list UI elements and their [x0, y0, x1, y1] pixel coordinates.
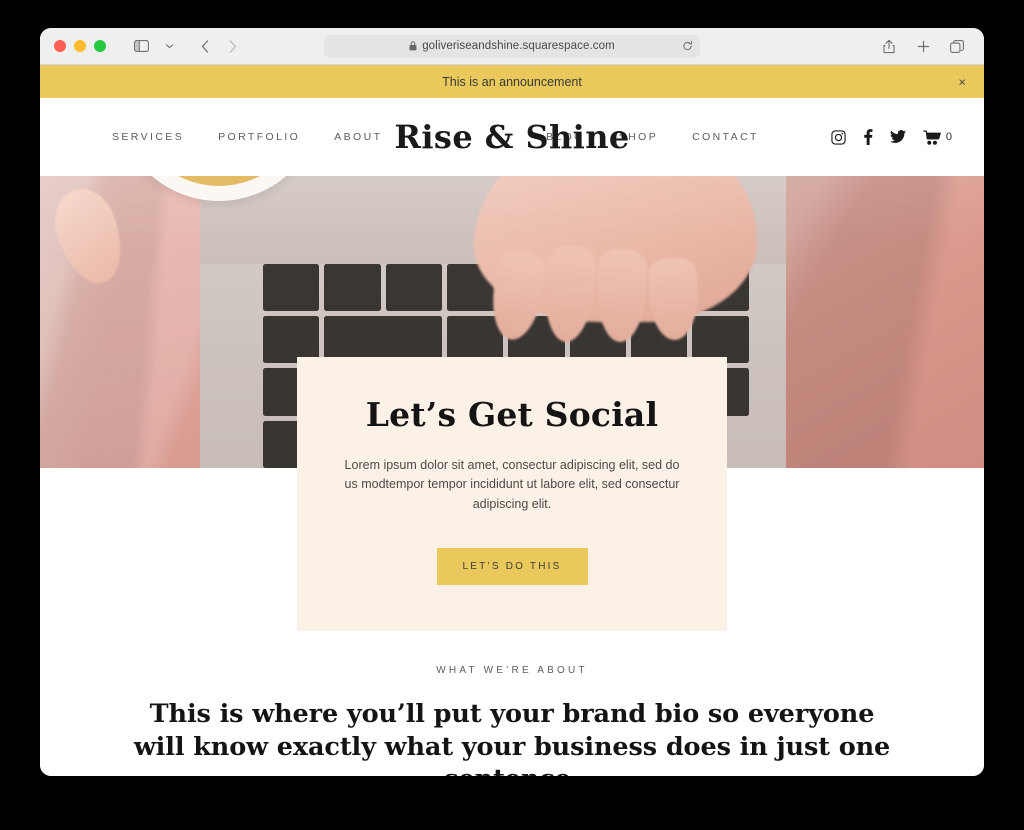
url-text: goliveriseandshine.squarespace.com: [422, 40, 615, 52]
hero-fabric-right: [785, 176, 984, 468]
shopping-cart-icon: [923, 130, 942, 145]
window-controls: [54, 40, 106, 52]
promo-title: Let’s Get Social: [365, 395, 659, 434]
address-bar-container: goliveriseandshine.squarespace.com: [324, 34, 700, 58]
site-logo[interactable]: Rise & Shine: [394, 118, 629, 156]
back-button[interactable]: [192, 34, 218, 58]
tab-overview-icon[interactable]: [944, 34, 970, 58]
browser-window: goliveriseandshine.squarespace.com This …: [40, 28, 984, 776]
about-headline: This is where you’ll put your brand bio …: [133, 699, 891, 776]
instagram-icon[interactable]: [831, 129, 846, 145]
sidebar-toggle-icon[interactable]: [128, 34, 154, 58]
chevron-down-icon[interactable]: [156, 34, 182, 58]
announcement-close-icon[interactable]: ×: [958, 75, 966, 88]
minimize-window-button[interactable]: [74, 40, 86, 52]
cta-button[interactable]: LET’S DO THIS: [436, 548, 588, 586]
announcement-text: This is an announcement: [442, 74, 582, 89]
twitter-icon[interactable]: [889, 130, 906, 144]
lock-icon: [409, 41, 417, 51]
social-links: 0: [831, 129, 952, 145]
reload-icon[interactable]: [682, 40, 693, 52]
zoom-window-button[interactable]: [94, 40, 106, 52]
forward-button[interactable]: [220, 34, 246, 58]
promo-body: Lorem ipsum dolor sit amet, consectur ad…: [344, 458, 680, 511]
address-bar[interactable]: goliveriseandshine.squarespace.com: [324, 34, 700, 58]
announcement-bar: This is an announcement ×: [40, 65, 984, 98]
about-section: WHAT WE’RE ABOUT This is where you’ll pu…: [40, 665, 984, 776]
new-tab-icon[interactable]: [910, 34, 936, 58]
toolbar-actions: [876, 34, 970, 58]
cart-count: 0: [945, 131, 952, 143]
navigation-controls: [128, 34, 246, 58]
close-window-button[interactable]: [54, 40, 66, 52]
about-eyebrow: WHAT WE’RE ABOUT: [436, 665, 588, 676]
page-viewport: This is an announcement × SERVICES PORTF…: [40, 65, 984, 776]
nav-item-services[interactable]: SERVICES: [112, 131, 184, 143]
site-header: SERVICES PORTFOLIO ABOUT Rise & Shine BL…: [40, 98, 984, 176]
nav-item-about[interactable]: ABOUT: [334, 131, 382, 143]
nav-item-portfolio[interactable]: PORTFOLIO: [218, 131, 300, 143]
facebook-icon[interactable]: [863, 129, 873, 145]
nav-item-contact[interactable]: CONTACT: [692, 131, 759, 143]
browser-toolbar: goliveriseandshine.squarespace.com: [40, 28, 984, 65]
cart-button[interactable]: 0: [923, 130, 952, 145]
share-icon[interactable]: [876, 34, 902, 58]
promo-card: Let’s Get Social Lorem ipsum dolor sit a…: [297, 357, 727, 632]
primary-nav-left: SERVICES PORTFOLIO ABOUT: [112, 131, 382, 143]
